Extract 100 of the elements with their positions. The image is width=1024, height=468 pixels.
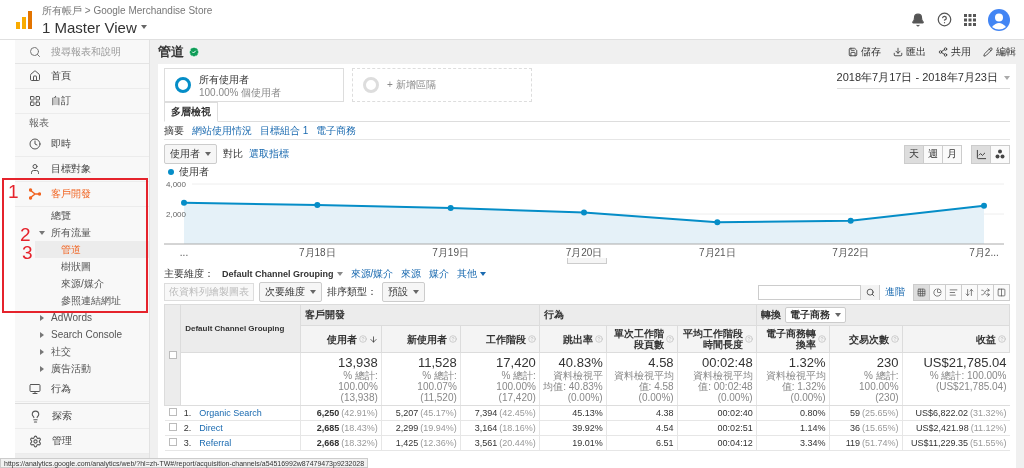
- caret-icon: [480, 271, 487, 276]
- dimension-label: 主要維度：: [164, 266, 214, 281]
- checkbox[interactable]: [169, 350, 177, 359]
- row-checkbox[interactable]: [168, 423, 177, 431]
- row-checkbox[interactable]: [168, 438, 177, 446]
- column-header[interactable]: 新使用者: [381, 325, 461, 353]
- total-value: 4.58: [648, 355, 674, 370]
- column-header[interactable]: 單次工作階段頁數: [606, 325, 678, 353]
- bell-icon[interactable]: [911, 12, 925, 27]
- share-percent: (18.32%): [341, 438, 378, 448]
- subtab[interactable]: 目標組合 1: [260, 123, 309, 138]
- chart-type-button[interactable]: [971, 144, 991, 164]
- column-header[interactable]: 收益: [902, 325, 1010, 353]
- period-button[interactable]: 月: [942, 144, 962, 164]
- data-point: [447, 205, 454, 211]
- nav-item[interactable]: 探索: [15, 404, 149, 429]
- table-search-field[interactable]: [758, 284, 880, 300]
- search-button[interactable]: [860, 284, 879, 300]
- nav-subitem[interactable]: 來源/媒介: [35, 275, 149, 292]
- dimension-option[interactable]: 其他: [457, 266, 487, 281]
- view-mode-button[interactable]: [993, 283, 1010, 301]
- subtab[interactable]: 電子商務: [316, 123, 357, 138]
- nav-item[interactable]: 首頁: [15, 64, 149, 89]
- period-button[interactable]: 週: [923, 144, 943, 164]
- nav-subitem[interactable]: AdWords: [35, 309, 149, 326]
- nav-subitem[interactable]: 參照連結網址: [35, 292, 149, 309]
- nav-subitem[interactable]: 樹狀圖: [35, 258, 149, 275]
- metric-dropdown[interactable]: 使用者: [164, 144, 217, 164]
- breadcrumb[interactable]: 所有帳戶 > Google Merchandise Store: [42, 3, 901, 18]
- dimension-option[interactable]: 媒介: [429, 266, 450, 281]
- dimension-option[interactable]: 來源: [401, 266, 422, 281]
- row-checkbox[interactable]: [168, 408, 177, 416]
- channel-link[interactable]: Direct: [199, 423, 223, 433]
- nav-subitem[interactable]: 社交: [35, 343, 149, 360]
- view-selector[interactable]: 1 Master View: [42, 18, 901, 36]
- period-button[interactable]: 天: [904, 144, 924, 164]
- segment-card[interactable]: + 新增區隔: [352, 68, 532, 102]
- channel-link[interactable]: Organic Search: [199, 408, 262, 418]
- segment-ring-icon: [363, 77, 379, 93]
- line-chart-icon: [975, 148, 987, 160]
- subtab[interactable]: 摘要: [164, 123, 184, 138]
- apps-icon[interactable]: [964, 13, 976, 26]
- nav-subitem[interactable]: 總覽: [35, 207, 149, 224]
- choose-metric-link[interactable]: 選取指標: [249, 147, 289, 161]
- tab[interactable]: 多層檢視: [164, 102, 218, 122]
- nav-item[interactable]: 目標對象: [15, 157, 149, 182]
- conversion-dropdown[interactable]: 電子商務: [784, 307, 846, 323]
- expand-handle[interactable]: [567, 258, 607, 264]
- column-header[interactable]: Default Channel Grouping: [185, 324, 285, 333]
- axis-tick-label: 4,000: [166, 180, 187, 189]
- group-header: 行為: [543, 308, 564, 322]
- search-input[interactable]: 搜尋報表和說明: [51, 46, 141, 57]
- nav-subitem[interactable]: 所有流量: [35, 224, 149, 241]
- caret-icon: [834, 313, 841, 317]
- action-icon: [893, 47, 903, 57]
- sort-dropdown[interactable]: 預設: [382, 282, 425, 302]
- total-value: US$21,785.04: [923, 355, 1007, 370]
- legend-dot: [168, 169, 174, 175]
- segment-card[interactable]: 所有使用者 100.00% 個使用者: [164, 68, 344, 102]
- total-base: (0.00%): [638, 392, 674, 403]
- nav-subitem[interactable]: Search Console: [35, 326, 149, 343]
- channel-link[interactable]: Referral: [199, 438, 232, 448]
- avatar-icon[interactable]: [988, 8, 1010, 31]
- action-button[interactable]: 編輯: [983, 45, 1016, 59]
- triangle-icon: [40, 365, 44, 372]
- caret-icon: [413, 290, 419, 294]
- action-button[interactable]: 匯出: [893, 45, 926, 59]
- column-header[interactable]: 平均工作階段時間長度: [677, 325, 757, 353]
- share-percent: (15.65%): [862, 423, 899, 433]
- verified-icon: [188, 46, 200, 58]
- nav-subitem[interactable]: 廣告活動: [35, 360, 149, 377]
- axis-tick-label: 7月21日: [699, 247, 736, 258]
- action-button[interactable]: 共用: [938, 45, 971, 59]
- subtab[interactable]: 網站使用情況: [192, 123, 252, 138]
- column-header[interactable]: 使用者: [300, 325, 382, 353]
- total-value: 00:02:48: [702, 355, 753, 370]
- date-range[interactable]: 2018年7月17日 - 2018年7月23日: [836, 68, 1010, 89]
- cell-value: 7,394: [474, 408, 498, 418]
- nav-item[interactable]: 行為: [15, 377, 149, 402]
- column-header[interactable]: 交易次數: [829, 325, 903, 353]
- segment-name: + 新增區隔: [387, 78, 436, 92]
- dimension-option[interactable]: 來源/媒介: [350, 266, 394, 281]
- nav-item[interactable]: 自訂: [15, 89, 149, 114]
- advanced-link[interactable]: 進階: [885, 285, 905, 299]
- column-header[interactable]: 工作階段: [460, 325, 540, 353]
- data-point: [714, 219, 721, 226]
- dimension-option[interactable]: Default Channel Grouping: [222, 268, 343, 279]
- share-percent: (18.16%): [499, 423, 536, 433]
- action-button[interactable]: 儲存: [848, 45, 881, 59]
- search-field[interactable]: 搜尋報表和說明: [15, 40, 149, 64]
- column-header[interactable]: 跳出率: [539, 325, 607, 353]
- secondary-dimension-dropdown[interactable]: 次要維度: [259, 282, 322, 302]
- help-icon[interactable]: [937, 12, 952, 27]
- column-header[interactable]: 電子商務轉換率: [756, 325, 830, 353]
- chart-type-button[interactable]: [990, 144, 1010, 164]
- total-note: 資料檢視平均值: 4.58: [612, 370, 674, 392]
- nav-icon: [29, 138, 41, 150]
- nav-item[interactable]: 即時: [15, 132, 149, 157]
- share-percent: (12.36%): [420, 438, 457, 448]
- cell-value: 3,164: [474, 423, 498, 433]
